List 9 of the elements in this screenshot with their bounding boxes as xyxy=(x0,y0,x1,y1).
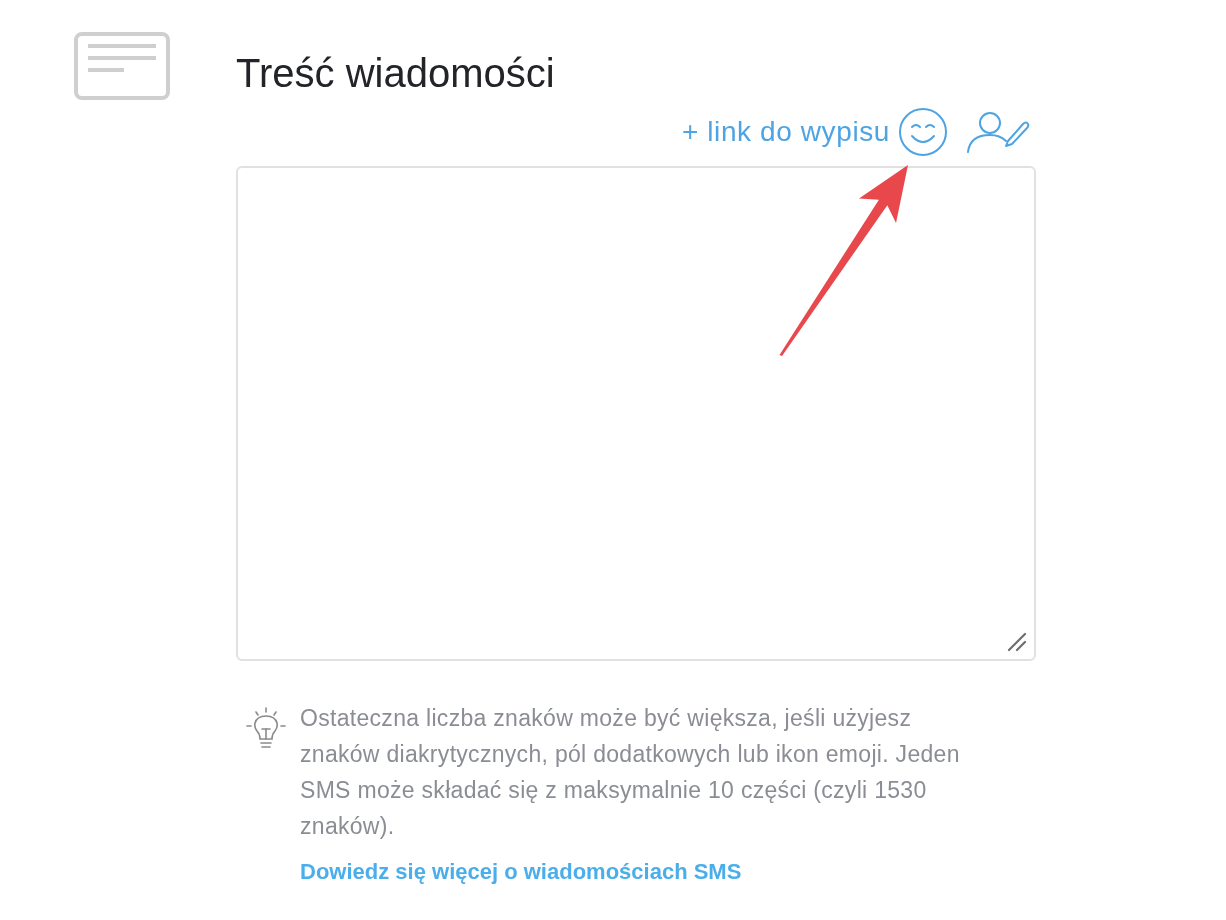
person-pencil-icon[interactable] xyxy=(966,111,1030,153)
section-title: Treść wiadomości xyxy=(236,50,555,96)
message-card-icon xyxy=(74,32,170,100)
learn-more-link[interactable]: Dowiedz się więcej o wiadomościach SMS xyxy=(300,854,742,890)
message-field[interactable] xyxy=(236,166,1036,661)
hint-text: Ostateczna liczba znaków może być większa, jeśli użyjesz znaków diakrytycznych, pól dodatkowych lub ikon emoji. Jeden SMS może składać się z maksymalnie 10 części (czyli 1530 znaków). xyxy=(300,704,961,841)
emoji-icon[interactable] xyxy=(898,107,948,157)
unsubscribe-link[interactable]: + link do wypisu xyxy=(681,116,890,148)
resize-grip-icon[interactable] xyxy=(1007,632,1027,652)
